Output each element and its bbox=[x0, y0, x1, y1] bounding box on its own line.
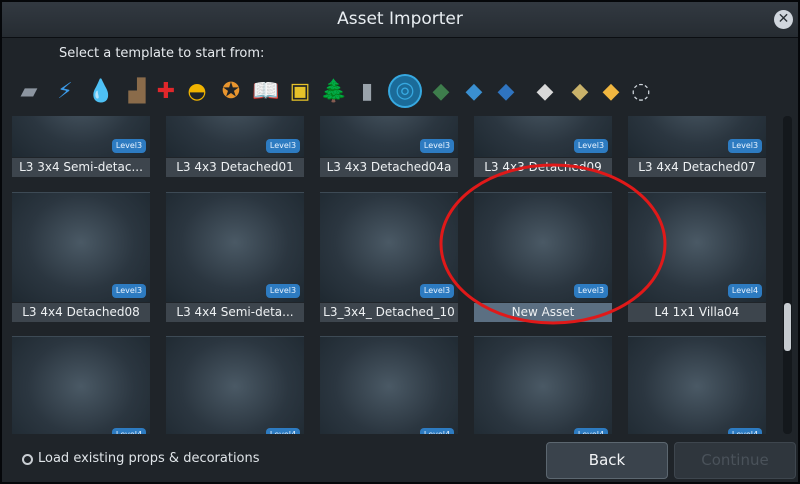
level-badge: Level3 bbox=[112, 139, 146, 153]
scrollbar-thumb[interactable] bbox=[784, 303, 791, 351]
decoration-icon[interactable]: ◆ bbox=[565, 76, 595, 108]
template-prompt: Select a template to start from: bbox=[59, 46, 265, 61]
thumbnail-background bbox=[12, 336, 150, 434]
template-label[interactable]: L3 4x4 Semi-deta... bbox=[166, 303, 304, 322]
level-badge: Level3 bbox=[574, 139, 608, 153]
template-grid: Level3 L3 3x4 Semi-detac... Level3 L3 4x3 D… bbox=[12, 116, 776, 434]
level-badge: Level4 bbox=[728, 428, 762, 434]
thumbnail-background bbox=[320, 336, 458, 434]
continue-button[interactable]: Continue bbox=[674, 442, 796, 479]
level-badge: Level4 bbox=[112, 428, 146, 434]
healthcare-icon[interactable]: ✚ bbox=[151, 76, 181, 108]
loading-spinner-icon[interactable]: ◌ bbox=[626, 76, 656, 108]
template-label[interactable]: L3 4x3 Detached01 bbox=[166, 158, 304, 177]
template-thumbnail[interactable] bbox=[12, 336, 150, 434]
monument-icon[interactable]: ▮ bbox=[352, 76, 382, 108]
template-label[interactable]: L3 4x3 Detached09 bbox=[474, 158, 612, 177]
zone-industrial-icon[interactable]: ◆ bbox=[491, 76, 521, 108]
transport-icon[interactable]: ▣ bbox=[285, 76, 315, 108]
template-label[interactable]: L3 4x3 Detached04a bbox=[320, 158, 458, 177]
zone-office-icon[interactable]: ◆ bbox=[530, 76, 560, 108]
park-icon[interactable]: 🌲 bbox=[319, 76, 349, 108]
education-icon[interactable]: 📖 bbox=[251, 76, 281, 108]
zone-commercial-icon[interactable]: ◆ bbox=[459, 76, 489, 108]
level-badge: Level3 bbox=[266, 284, 300, 298]
electricity-icon[interactable]: ⚡ bbox=[50, 76, 80, 108]
template-label[interactable]: L3_3x4_ Detached_10 bbox=[320, 303, 458, 322]
garbage-icon[interactable]: ▟ bbox=[122, 76, 152, 108]
back-button[interactable]: Back bbox=[546, 442, 668, 479]
template-label[interactable]: New Asset bbox=[474, 303, 612, 322]
title-bar: Asset Importer ✕ bbox=[2, 2, 798, 38]
prop-icon[interactable]: ◆ bbox=[596, 76, 626, 108]
level-badge: Level4 bbox=[574, 428, 608, 434]
thumbnail-background bbox=[628, 336, 766, 434]
fire-icon[interactable]: ◓ bbox=[182, 76, 212, 108]
window-title: Asset Importer bbox=[337, 9, 463, 29]
level-badge: Level3 bbox=[574, 284, 608, 298]
water-drop-icon[interactable]: 💧 bbox=[86, 76, 116, 108]
level-badge: Level4 bbox=[266, 428, 300, 434]
road-icon[interactable]: ▰ bbox=[14, 76, 44, 108]
template-label[interactable]: L3 4x4 Detached07 bbox=[628, 158, 766, 177]
level-badge: Level3 bbox=[112, 284, 146, 298]
template-label[interactable]: L4 1x1 Villa04 bbox=[628, 303, 766, 322]
level-badge: Level3 bbox=[266, 139, 300, 153]
level-badge: Level4 bbox=[728, 284, 762, 298]
grid-scrollbar[interactable] bbox=[783, 116, 792, 434]
template-thumbnail[interactable] bbox=[474, 336, 612, 434]
bottom-bar: Load existing props & decorations Back C… bbox=[2, 440, 798, 482]
police-icon[interactable]: ✪ bbox=[216, 76, 246, 108]
building-icon[interactable]: ◎ bbox=[390, 76, 420, 106]
level-badge: Level4 bbox=[420, 428, 454, 434]
zone-residential-icon[interactable]: ◆ bbox=[426, 76, 456, 108]
template-thumbnail[interactable] bbox=[320, 336, 458, 434]
thumbnail-background bbox=[166, 336, 304, 434]
close-icon[interactable]: ✕ bbox=[774, 10, 793, 29]
load-props-label[interactable]: Load existing props & decorations bbox=[38, 451, 260, 466]
template-thumbnail[interactable] bbox=[628, 336, 766, 434]
level-badge: Level3 bbox=[728, 139, 762, 153]
level-badge: Level3 bbox=[420, 284, 454, 298]
load-props-radio[interactable] bbox=[22, 454, 33, 465]
template-thumbnail[interactable] bbox=[166, 336, 304, 434]
asset-importer-window: Asset Importer ✕ Select a template to st… bbox=[0, 0, 800, 484]
template-label[interactable]: L3 4x4 Detached08 bbox=[12, 303, 150, 322]
template-label[interactable]: L3 3x4 Semi-detac... bbox=[12, 158, 150, 177]
level-badge: Level3 bbox=[420, 139, 454, 153]
thumbnail-background bbox=[474, 336, 612, 434]
